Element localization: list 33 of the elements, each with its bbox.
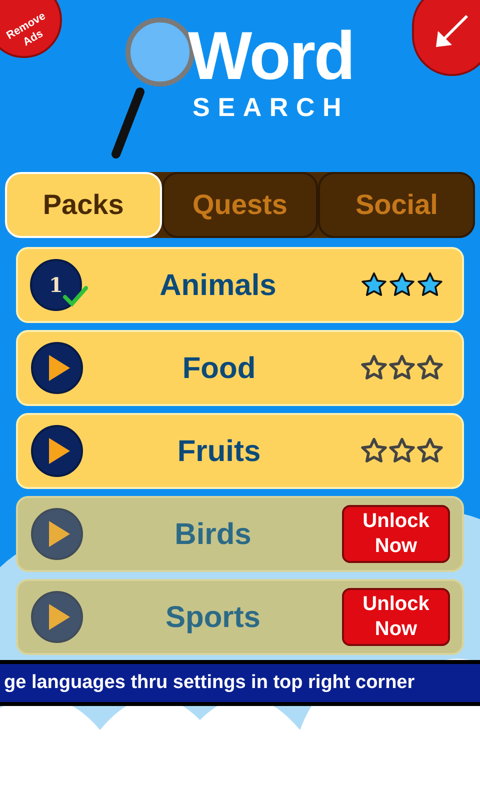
star-icon: [388, 437, 416, 465]
checkmark-icon: [62, 285, 88, 307]
star-icon: [360, 271, 388, 299]
pack-name: Food: [181, 350, 257, 386]
pack-name: Birds: [174, 516, 252, 552]
pack-name: Animals: [158, 268, 278, 304]
play-icon[interactable]: [30, 424, 84, 478]
star-icon: [416, 437, 444, 465]
pack-row[interactable]: Sports Unlock Now: [16, 579, 464, 655]
tab[interactable]: Social: [318, 172, 476, 238]
pack-row[interactable]: Fruits: [16, 413, 464, 489]
logo-subtitle: SEARCH: [192, 94, 350, 120]
play-icon[interactable]: [30, 341, 84, 395]
play-icon[interactable]: [30, 507, 84, 561]
pack-row[interactable]: 1 Animals: [16, 247, 464, 323]
unlock-button[interactable]: Unlock Now: [342, 588, 450, 646]
play-icon[interactable]: [30, 590, 84, 644]
arrow-button[interactable]: [412, 0, 480, 76]
ticker-text: ge languages thru settings in top right corner: [3, 670, 415, 695]
pack-row[interactable]: Birds Unlock Now: [16, 496, 464, 572]
pack-name: Sports: [164, 600, 262, 636]
star-icon: [360, 437, 388, 465]
star-icon: [416, 354, 444, 382]
unlock-button[interactable]: Unlock Now: [342, 505, 450, 563]
tab[interactable]: Quests: [162, 172, 318, 238]
pack-row[interactable]: Food: [16, 330, 464, 406]
star-icon: [416, 271, 444, 299]
tab[interactable]: Packs: [5, 172, 162, 238]
pack-name: Fruits: [176, 434, 262, 470]
star-icon: [388, 354, 416, 382]
star-icon: [360, 354, 388, 382]
star-icon: [388, 271, 416, 299]
logo-title: Word: [188, 22, 354, 90]
